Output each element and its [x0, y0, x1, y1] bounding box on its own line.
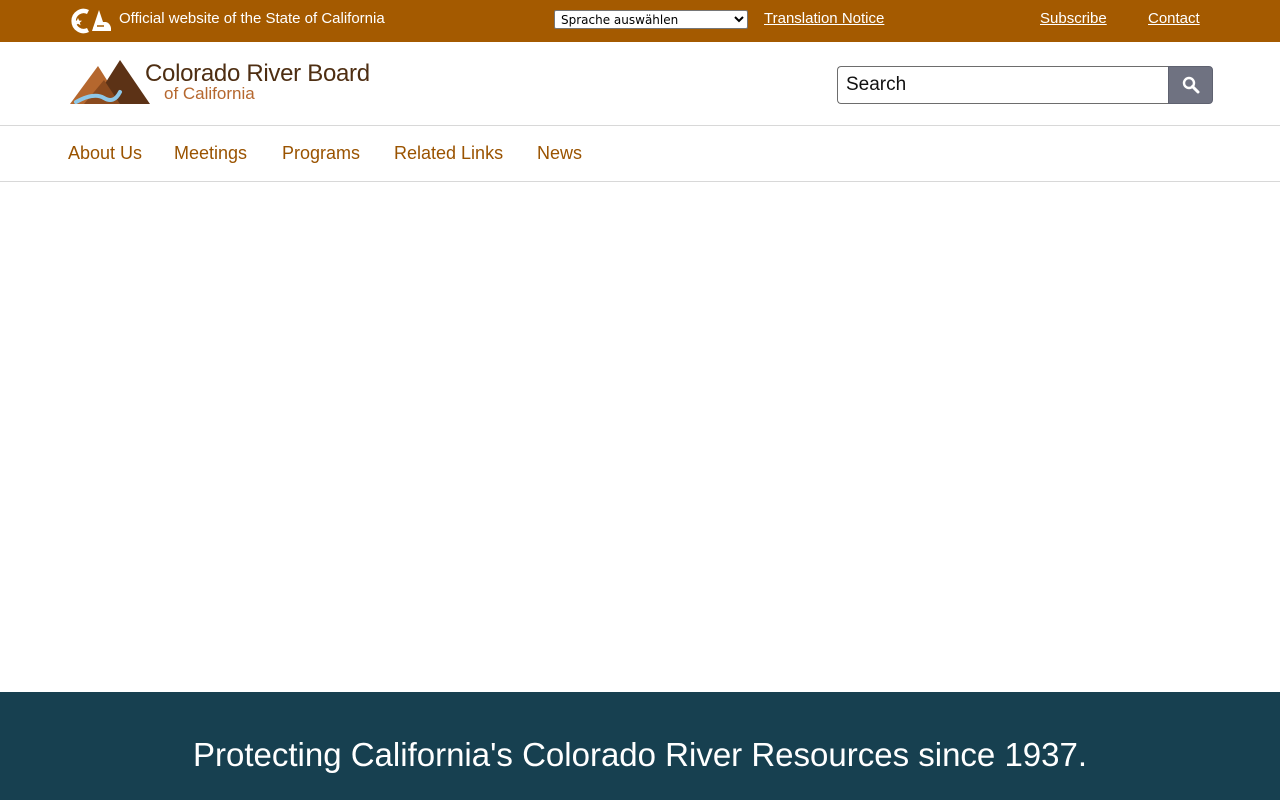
utility-bar: Official website of the State of Califor… [0, 0, 1280, 42]
logo-subtitle: of California [164, 84, 255, 103]
nav-item-about-us[interactable]: About Us [68, 142, 142, 164]
hero-area [0, 182, 1280, 692]
main-nav: About Us Meetings Programs Related Links… [0, 126, 1280, 182]
nav-item-news[interactable]: News [537, 142, 582, 164]
search-icon [1182, 76, 1199, 94]
contact-link[interactable]: Contact [1148, 10, 1200, 28]
site-header: Colorado River Board of California [0, 42, 1280, 126]
search-button[interactable] [1168, 66, 1213, 104]
nav-item-meetings[interactable]: Meetings [174, 142, 247, 164]
site-logo[interactable]: Colorado River Board of California [70, 58, 370, 108]
nav-item-programs[interactable]: Programs [282, 142, 360, 164]
official-website-text: Official website of the State of Califor… [119, 10, 385, 27]
mission-banner: Protecting California's Colorado River R… [0, 692, 1280, 800]
ca-state-logo-icon[interactable] [68, 7, 112, 35]
nav-item-related-links[interactable]: Related Links [394, 142, 503, 164]
language-select[interactable]: Sprache auswählen [554, 10, 748, 29]
mission-statement: Protecting California's Colorado River R… [192, 736, 1088, 773]
mountains-logo-icon [70, 60, 150, 104]
subscribe-link[interactable]: Subscribe [1040, 10, 1107, 28]
search-input[interactable] [837, 66, 1171, 104]
translation-notice-link[interactable]: Translation Notice [764, 10, 884, 28]
